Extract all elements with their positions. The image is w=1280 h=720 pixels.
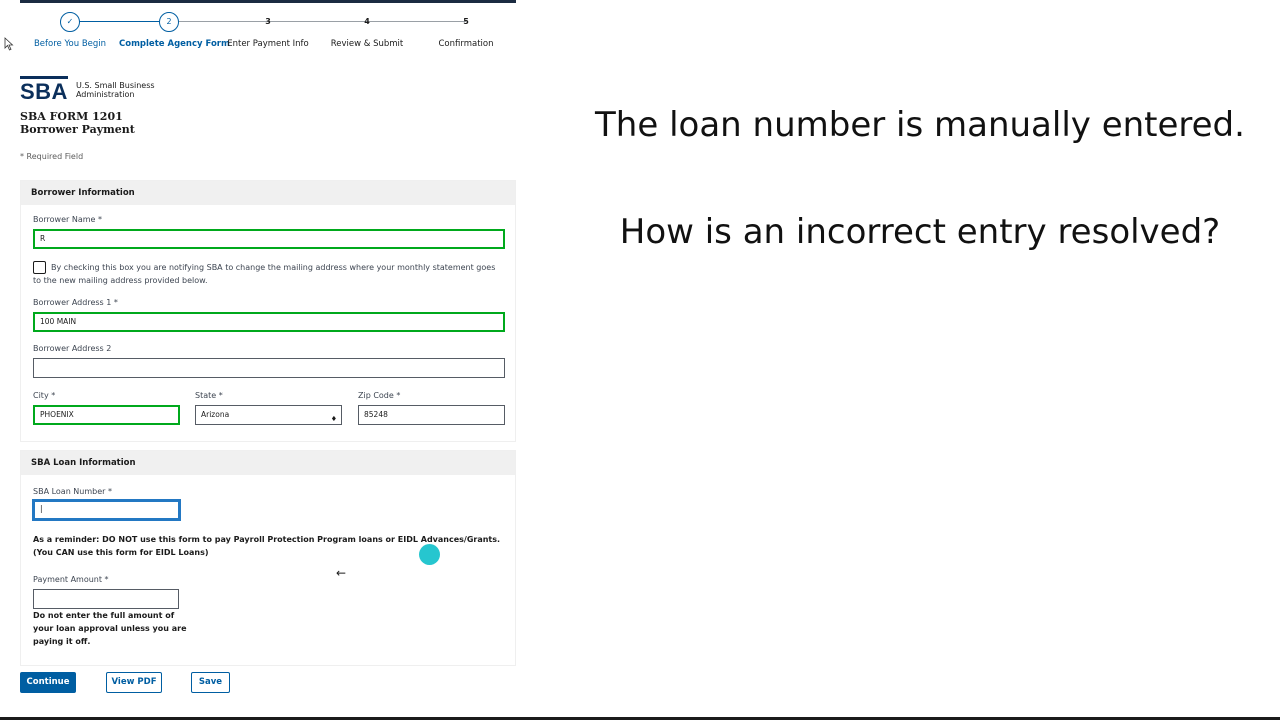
narration-line-2: How is an incorrect entry resolved?	[619, 212, 1221, 252]
logo-line-1: U.S. Small Business	[75, 81, 155, 90]
borrower-name-input[interactable]: R	[33, 229, 505, 249]
select-arrows-icon: ♦	[330, 415, 337, 423]
borrower-information-section: Borrower Information Borrower Name * R B…	[20, 180, 516, 442]
payment-amount-label: Payment Amount *	[33, 575, 109, 584]
step-before-you-begin[interactable]: ✓ Before You Begin	[20, 12, 120, 49]
step-label: Confirmation	[438, 39, 494, 49]
step-number: 3	[265, 17, 271, 26]
required-field-note: * Required Field	[20, 152, 84, 161]
sba-loan-information-section: SBA Loan Information SBA Loan Number * |…	[20, 450, 516, 666]
arrow-left-icon: ←	[336, 566, 347, 580]
sba-loan-number-label: SBA Loan Number *	[33, 487, 112, 496]
mailing-address-checkbox-label: By checking this box you are notifying S…	[33, 263, 496, 285]
state-select[interactable]: Arizona ♦	[195, 405, 342, 425]
view-pdf-button[interactable]: View PDF	[106, 672, 162, 693]
city-input[interactable]: PHOENIX	[33, 405, 180, 425]
sba-loan-number-input[interactable]: |	[32, 499, 181, 521]
save-button[interactable]: Save	[191, 672, 230, 693]
city-label: City *	[33, 391, 56, 400]
progress-stepper: ✓ Before You Begin 2 Complete Agency For…	[20, 12, 516, 52]
step-label: Review & Submit	[330, 39, 404, 49]
borrower-name-label: Borrower Name *	[33, 215, 102, 224]
step-label: Before You Begin	[33, 39, 107, 49]
state-selected-value: Arizona	[201, 410, 230, 419]
step-label: Enter Payment Info	[227, 39, 309, 49]
click-highlight-dot	[419, 544, 440, 565]
continue-button[interactable]: Continue	[20, 672, 76, 693]
payment-amount-note: Do not enter the full amount of your loa…	[33, 611, 187, 646]
borrower-address-2-input[interactable]	[33, 358, 505, 378]
narration-line-1: The loan number is manually entered.	[595, 105, 1245, 145]
mouse-pointer-icon	[4, 37, 14, 51]
zip-code-label: Zip Code *	[358, 391, 401, 400]
step-confirmation: 5 Confirmation	[416, 12, 516, 49]
section-title: Borrower Information	[21, 181, 515, 205]
form-number: SBA FORM 1201	[20, 110, 123, 123]
check-icon: ✓	[60, 12, 80, 32]
step-label: Complete Agency Form	[119, 39, 230, 49]
step-enter-payment-info: 3 Enter Payment Info	[218, 12, 318, 49]
step-number: 2	[159, 12, 179, 32]
logo-mark: SBA	[20, 76, 68, 104]
step-complete-agency-form[interactable]: 2 Complete Agency Form	[119, 12, 230, 49]
sba-logo: SBA U.S. Small Business Administration	[20, 76, 155, 104]
top-rule	[20, 0, 516, 3]
form-title: SBA FORM 1201 Borrower Payment	[20, 110, 135, 136]
borrower-address-2-label: Borrower Address 2	[33, 344, 112, 353]
zip-code-input[interactable]: 85248	[358, 405, 505, 425]
form-name: Borrower Payment	[20, 123, 135, 136]
borrower-address-1-input[interactable]: 100 MAIN	[33, 312, 505, 332]
section-title: SBA Loan Information	[21, 451, 515, 475]
state-label: State *	[195, 391, 223, 400]
step-review-submit: 4 Review & Submit	[317, 12, 417, 49]
step-number: 4	[364, 17, 370, 26]
payment-amount-input[interactable]	[33, 589, 179, 609]
borrower-address-1-label: Borrower Address 1 *	[33, 298, 118, 307]
logo-line-2: Administration	[75, 90, 135, 99]
step-number: 5	[463, 17, 469, 26]
logo-text: U.S. Small Business Administration	[76, 81, 155, 99]
